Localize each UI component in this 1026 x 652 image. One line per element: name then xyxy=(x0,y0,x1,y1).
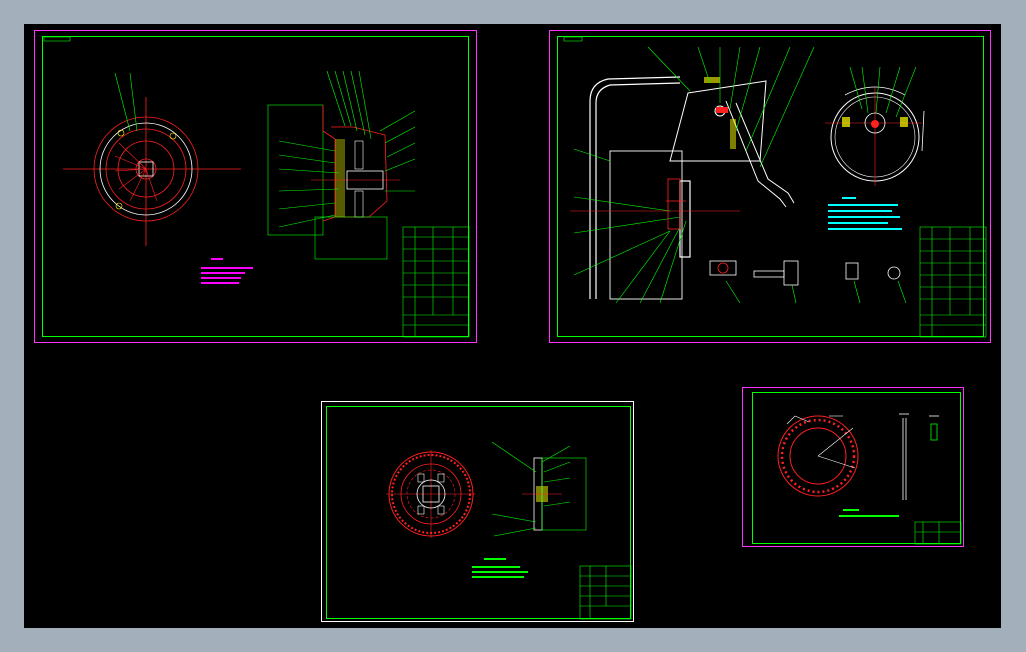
sheet-driven-disc[interactable] xyxy=(321,401,634,622)
cad-canvas[interactable] xyxy=(24,24,1001,628)
sheet-pedal-linkage[interactable] xyxy=(549,30,991,343)
release-plate-view xyxy=(825,66,925,186)
pedal-joint xyxy=(666,178,686,230)
friction-plate-side-view xyxy=(899,413,939,500)
title-block xyxy=(919,226,987,338)
sheet-friction-plate[interactable] xyxy=(742,387,964,547)
title-block xyxy=(914,521,962,545)
title-block xyxy=(579,565,632,620)
friction-plate-front-view xyxy=(777,415,859,497)
friction-plate-drawing xyxy=(777,413,962,545)
driven-disc-drawing xyxy=(386,441,632,620)
technical-notes xyxy=(828,197,902,230)
sheet-clutch-assembly[interactable] xyxy=(34,30,477,343)
clutch-assembly-drawing xyxy=(43,36,470,338)
technical-notes xyxy=(472,558,528,578)
driven-disc-section-view xyxy=(491,441,587,537)
clutch-front-view xyxy=(63,72,241,246)
pedal-linkage-drawing xyxy=(563,36,987,338)
technical-notes xyxy=(201,258,253,284)
technical-notes xyxy=(839,509,899,517)
clutch-section-view xyxy=(267,70,416,260)
pedal-bracket xyxy=(589,76,691,300)
title-block xyxy=(402,226,470,338)
driven-disc-front-view xyxy=(386,450,476,538)
detail-parts xyxy=(709,260,901,286)
